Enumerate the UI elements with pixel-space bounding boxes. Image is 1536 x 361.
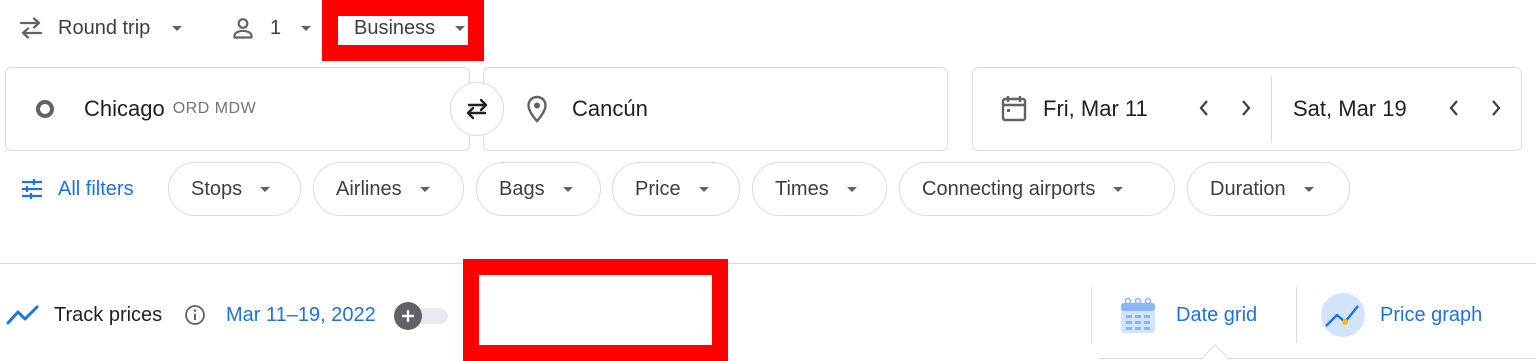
info-icon[interactable]	[184, 304, 206, 326]
view-divider-right	[1296, 287, 1297, 343]
trending-icon	[6, 304, 40, 326]
filter-chip-bags[interactable]: Bags	[476, 162, 601, 216]
return-date[interactable]: Sat, Mar 19	[1293, 96, 1407, 122]
swap-arrows-icon	[18, 17, 44, 39]
section-divider	[0, 263, 1536, 264]
chevron-down-icon	[260, 186, 271, 192]
cabin-class-select[interactable]: Business	[354, 9, 466, 47]
view-divider-left	[1091, 287, 1092, 343]
depart-next-button[interactable]	[1234, 96, 1258, 120]
origin-field[interactable]: Chicago ORD MDW	[5, 67, 470, 151]
view-panel-edge	[1098, 358, 1536, 359]
chip-label: Airlines	[336, 177, 402, 200]
filter-chip-connecting-airports[interactable]: Connecting airports	[899, 162, 1175, 216]
date-grid-icon	[1118, 295, 1158, 335]
destination-city: Cancún	[572, 96, 648, 121]
track-prices-toggle[interactable]	[394, 302, 448, 330]
trip-type-select[interactable]: Round trip	[18, 8, 183, 48]
selected-view-pointer	[1202, 344, 1228, 361]
trip-type-label: Round trip	[58, 16, 151, 39]
date-grid-button[interactable]: Date grid	[1118, 294, 1257, 336]
return-next-button[interactable]	[1484, 96, 1508, 120]
track-prices-label: Track prices	[54, 304, 163, 326]
depart-prev-button[interactable]	[1192, 96, 1216, 120]
price-graph-label: Price graph	[1380, 303, 1483, 326]
swap-locations-button[interactable]	[450, 82, 504, 136]
toggle-knob	[394, 302, 422, 330]
origin-circle-icon	[36, 100, 54, 118]
calendar-icon	[1001, 94, 1027, 122]
price-graph-button[interactable]: Price graph	[1320, 292, 1482, 338]
filter-chip-airlines[interactable]: Airlines	[313, 162, 464, 216]
tune-icon	[20, 178, 44, 200]
chevron-down-icon	[562, 186, 573, 192]
price-graph-icon	[1320, 292, 1366, 338]
chevron-down-icon	[419, 186, 430, 192]
location-pin-icon	[526, 95, 548, 123]
depart-date[interactable]: Fri, Mar 11	[1043, 96, 1148, 122]
origin-city: Chicago	[84, 96, 165, 121]
chevron-down-icon	[846, 186, 857, 192]
chip-label: Bags	[499, 177, 545, 200]
filter-chip-price[interactable]: Price	[612, 162, 740, 216]
chip-label: Times	[775, 177, 829, 200]
filter-chip-duration[interactable]: Duration	[1187, 162, 1350, 216]
chip-label: Connecting airports	[922, 177, 1096, 200]
chevron-down-icon	[172, 25, 183, 31]
chevron-down-icon	[1113, 186, 1124, 192]
chevron-down-icon	[455, 25, 466, 31]
passenger-count: 1	[270, 16, 282, 39]
filter-chip-times[interactable]: Times	[752, 162, 887, 216]
cabin-class-label: Business	[354, 16, 436, 39]
filter-chip-stops[interactable]: Stops	[168, 162, 301, 216]
origin-airport-codes: ORD MDW	[172, 100, 257, 117]
all-filters-label: All filters	[58, 177, 134, 200]
person-icon	[232, 17, 254, 39]
date-divider	[1271, 76, 1272, 142]
return-prev-button[interactable]	[1442, 96, 1466, 120]
passenger-select[interactable]: 1	[232, 8, 312, 48]
all-filters-button[interactable]: All filters	[20, 162, 134, 216]
destination-field[interactable]: Cancún	[483, 67, 948, 151]
chip-label: Stops	[191, 177, 243, 200]
swap-icon	[462, 97, 492, 121]
chevron-down-icon	[301, 25, 312, 31]
chip-label: Duration	[1210, 177, 1286, 200]
chevron-down-icon	[698, 186, 709, 192]
chip-label: Price	[635, 177, 681, 200]
highlight-box-tracking	[463, 259, 728, 361]
date-grid-label: Date grid	[1176, 303, 1258, 326]
track-date-range: Mar 11–19, 2022	[226, 304, 376, 326]
chevron-down-icon	[1303, 186, 1314, 192]
